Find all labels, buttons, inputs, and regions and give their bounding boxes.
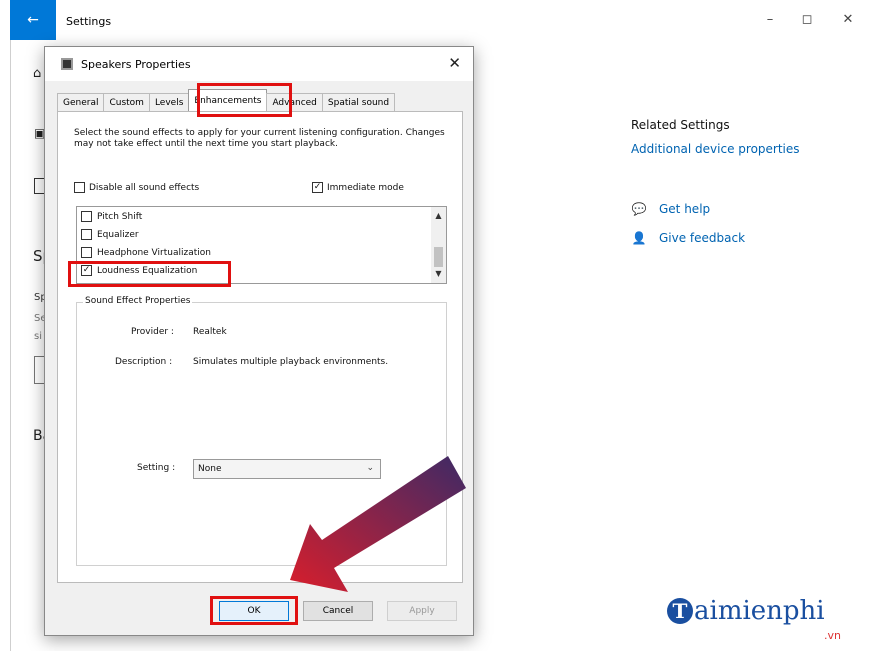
pointer-arrow (290, 456, 466, 592)
arrow-shape (290, 456, 466, 592)
settings-window: ← Settings – ◻ ✕ ⌂ ▣ Sp Sp Se si Ba Rela… (0, 0, 870, 651)
